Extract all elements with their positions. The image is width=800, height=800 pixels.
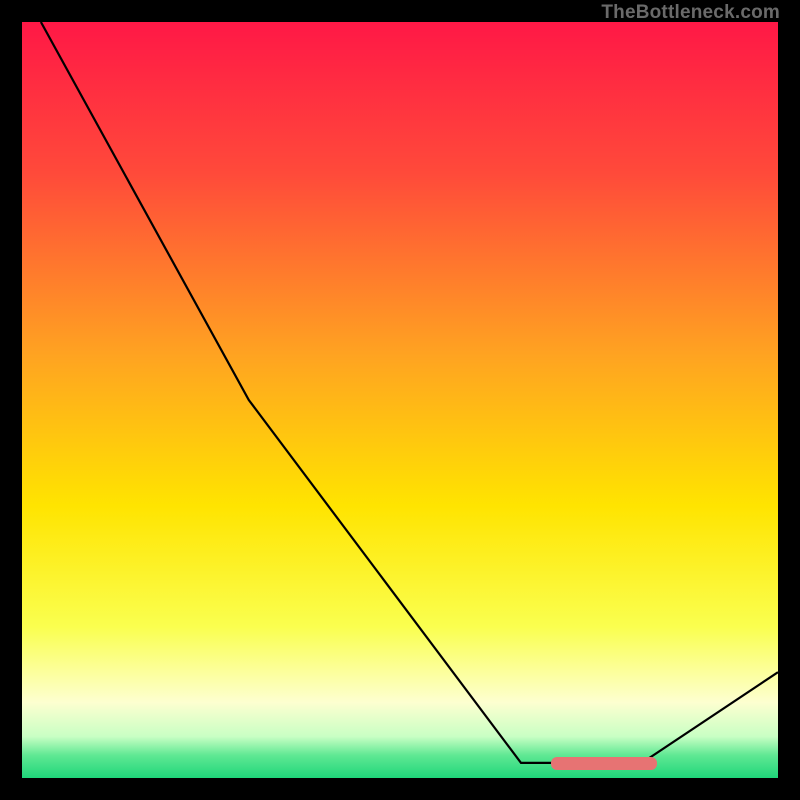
- gradient-rect: [22, 22, 778, 778]
- chart-frame: TheBottleneck.com: [0, 0, 800, 800]
- optimal-range-marker: [551, 757, 657, 770]
- plot-area: [22, 22, 778, 778]
- watermark-text: TheBottleneck.com: [601, 2, 780, 24]
- plot-svg: [22, 22, 778, 778]
